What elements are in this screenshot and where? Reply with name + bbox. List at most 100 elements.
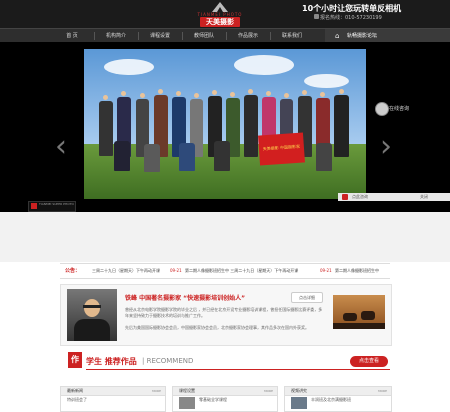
- person-head: [140, 93, 145, 98]
- notice-item[interactable]: 第二期人像摄影班招生中: [335, 264, 379, 278]
- ad-close-button[interactable]: 关闭: [420, 193, 428, 201]
- column-item[interactable]: 丰润班及北京满摄影班: [311, 397, 351, 403]
- person: [114, 141, 130, 171]
- consult-label: 在线咨询: [389, 106, 410, 112]
- next-slide-arrow-icon[interactable]: ›: [380, 132, 392, 162]
- column-title: 最新新闻: [67, 388, 83, 393]
- person-head: [320, 92, 325, 97]
- column-more-link[interactable]: MORE: [378, 387, 387, 395]
- nav-divider: [226, 32, 227, 40]
- site-header: TIANMEI PHOTO 天美摄影 10个小时让您玩转单反相机 报名热线：01…: [0, 0, 450, 28]
- person: [316, 143, 332, 171]
- column-header: 课程设置 MORE: [173, 387, 277, 396]
- person-head: [339, 89, 344, 94]
- section-gap: [0, 212, 450, 262]
- notice-bar: 公告： 三周二十九日（星期天）下午再动开课 09-21 第二期人像摄影班招生中 …: [60, 263, 390, 279]
- view-works-button[interactable]: 点击查看: [350, 356, 388, 367]
- nav-divider: [182, 32, 183, 40]
- nav-divider: [138, 32, 139, 40]
- person: [99, 101, 113, 156]
- course-thumbnail[interactable]: [179, 397, 195, 409]
- recommend-title-en: | RECOMMEND: [142, 357, 194, 365]
- ad-text: 点此咨询: [352, 194, 368, 199]
- column-header: 最新新闻 MORE: [61, 387, 165, 396]
- site-logo[interactable]: TIANMEI PHOTO 天美摄影: [190, 2, 250, 27]
- header-slogan: 10个小时让您玩转单反相机: [302, 4, 402, 13]
- column-item[interactable]: 特训班会了: [67, 397, 87, 403]
- horse-silhouette: [361, 311, 375, 320]
- logo-name-text: 天美摄影: [200, 17, 240, 27]
- column-more-link[interactable]: MORE: [264, 387, 273, 395]
- person: [334, 95, 349, 157]
- notice-item[interactable]: 第二期人像摄影班招生中 三周二十九日（星期天）下午再动开课: [185, 264, 315, 278]
- column-title: 视频讲究: [291, 388, 307, 393]
- cloud: [104, 59, 154, 75]
- person-head: [158, 89, 163, 94]
- logo-mark-icon: [212, 2, 228, 12]
- column-title: 课程设置: [179, 388, 195, 393]
- person-head: [302, 90, 307, 95]
- person-head: [194, 93, 199, 98]
- forum-label: 轨畅摄影论坛: [347, 33, 378, 39]
- online-consult-button[interactable]: 在线咨询: [375, 102, 415, 116]
- recommend-title: 学生 推荐作品: [86, 357, 137, 366]
- person: [144, 144, 160, 172]
- home-icon: ⌂: [335, 32, 340, 40]
- nav-item-teachers[interactable]: 教师团队: [184, 29, 224, 43]
- teacher-glasses: [83, 305, 101, 308]
- prev-slide-arrow-icon[interactable]: ‹: [55, 132, 67, 162]
- hero-banner: 天美摄影 中国摄影家 ‹ › 在线咨询 TIANMEI SUPER PHOTO …: [0, 42, 450, 212]
- cloud: [304, 74, 349, 88]
- person: [214, 141, 230, 171]
- nav-divider: [270, 32, 271, 40]
- video-thumbnail[interactable]: [291, 397, 307, 409]
- person-head: [103, 95, 108, 100]
- person-head: [121, 91, 126, 96]
- notice-item[interactable]: 三周二十九日（星期天）下午再动开课: [92, 264, 160, 278]
- chat-icon: [342, 194, 348, 200]
- person-head: [212, 90, 217, 95]
- teacher-face: [84, 299, 100, 317]
- teacher-title: 铁峰 中国著名摄影家 “快速摄影培训创始人”: [125, 295, 246, 302]
- column-item[interactable]: 零基础全学课程: [199, 397, 227, 403]
- notice-date: 09-21: [320, 268, 332, 273]
- video-column: 视频讲究 MORE 丰润班及北京满摄影班: [284, 386, 392, 412]
- person: [179, 143, 195, 171]
- teacher-section: 铁峰 中国著名摄影家 “快速摄影培训创始人” 点击详细 曾经从北京电影学院摄影学…: [60, 284, 392, 346]
- cloud: [234, 55, 294, 75]
- teacher-description: 曾经从北京电影学院摄影学院的毕业之后 ，并已经在北京开设专业摄影培训课程，曾担任…: [125, 307, 323, 318]
- teacher-work-image[interactable]: [333, 295, 385, 329]
- courses-column: 课程设置 MORE 零基础全学课程: [172, 386, 278, 412]
- teacher-description-2: 先后为美国国际摄影协会会员，中国摄影家协会会员，北京摄影家协会理事，其作品多次在…: [125, 325, 309, 330]
- teacher-body: [74, 319, 110, 341]
- recommend-section: 作 学生 推荐作品 | RECOMMEND 点击查看: [60, 352, 390, 372]
- person-head: [230, 92, 235, 97]
- consult-ad-strip[interactable]: 点此咨询 关闭: [338, 193, 450, 201]
- ground-silhouette: [333, 323, 385, 329]
- news-column: 最新新闻 MORE 特训班会了: [60, 386, 166, 412]
- nav-divider: [94, 32, 95, 40]
- person-head: [266, 91, 271, 96]
- badge-icon: [31, 203, 37, 209]
- nav-item-contact[interactable]: 联系我们: [272, 29, 312, 43]
- notice-date: 09-21: [170, 268, 182, 273]
- notice-label: 公告：: [65, 268, 81, 274]
- column-header: 视频讲究 MORE: [285, 387, 391, 396]
- horse-silhouette: [343, 313, 357, 321]
- teacher-detail-button[interactable]: 点击详细: [291, 292, 323, 303]
- nav-item-forum[interactable]: ⌂ 轨畅摄影论坛: [325, 29, 450, 43]
- teacher-photo[interactable]: [67, 289, 117, 341]
- nav-item-courses[interactable]: 课程设置: [140, 29, 180, 43]
- person-head: [176, 91, 181, 96]
- phone-icon: [314, 14, 319, 19]
- person-head: [284, 93, 289, 98]
- nav-item-about[interactable]: 机构简介: [96, 29, 136, 43]
- group-photo[interactable]: 天美摄影 中国摄影家: [84, 49, 366, 199]
- person-head: [248, 89, 253, 94]
- column-more-link[interactable]: MORE: [152, 387, 161, 395]
- nav-item-home[interactable]: 首 页: [52, 29, 92, 43]
- nav-item-works[interactable]: 作品展示: [228, 29, 268, 43]
- recommend-icon: 作: [68, 352, 82, 368]
- badge-text: TIANMEI SUPER PHOTO: [39, 202, 74, 206]
- main-nav: 首 页 机构简介 课程设置 教师团队 作品展示 联系我们 ⌂ 轨畅摄影论坛: [0, 28, 450, 43]
